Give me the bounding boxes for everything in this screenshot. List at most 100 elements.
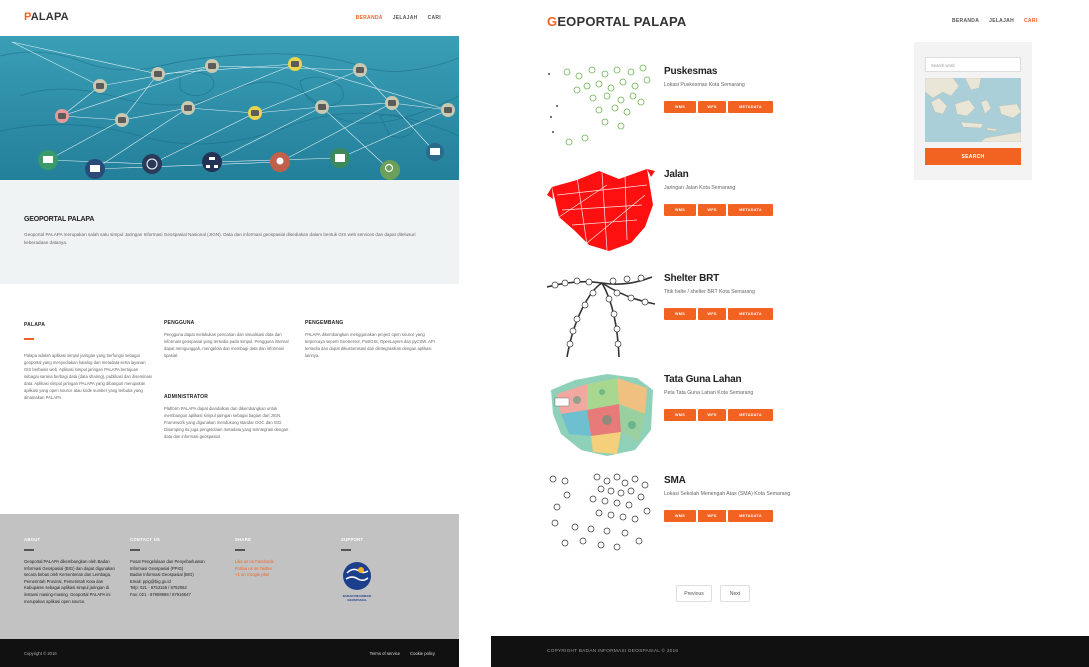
hero-network-image xyxy=(0,36,459,180)
wms-button[interactable]: WMS xyxy=(664,204,696,216)
contact-phone: Telp: 021 - 8753155 / 8752062 xyxy=(130,585,187,591)
search-button[interactable]: SEARCH xyxy=(925,148,1021,165)
mail-icon xyxy=(85,159,105,179)
pengembang-title: PENGEMBANG xyxy=(305,320,344,326)
item-title[interactable]: SMA xyxy=(664,475,686,486)
nav-jelajah[interactable]: JELAJAH xyxy=(989,18,1014,24)
result-item-sma: SMA Lokasi Sekolah Menengah Atas (SMA) K… xyxy=(547,471,847,561)
item-description: Jaringan Jalan Kota Semarang xyxy=(664,185,736,191)
administrator-title: ADMINISTRATOR xyxy=(164,394,209,400)
google-plus-link[interactable]: +1 on Google plus xyxy=(235,572,315,579)
network-map-illustration xyxy=(0,41,459,180)
wfs-button[interactable]: WFS xyxy=(698,510,726,522)
footer-about-title: ABOUT xyxy=(24,537,41,542)
logo[interactable]: GEOPORTAL PALAPA xyxy=(547,14,686,29)
wfs-button[interactable]: WFS xyxy=(698,409,726,421)
database-icon xyxy=(181,101,195,115)
item-title[interactable]: Shelter BRT xyxy=(664,273,719,284)
footer-share-title: SHARE xyxy=(235,537,252,542)
nav-cari[interactable]: CARI xyxy=(428,15,441,21)
footer-divider xyxy=(130,549,140,551)
item-buttons: WMS WFS METADATA xyxy=(664,308,773,320)
database-icon xyxy=(315,100,329,114)
database-icon xyxy=(353,63,367,77)
facebook-link[interactable]: Like us on Facebook xyxy=(235,559,315,566)
metadata-button[interactable]: METADATA xyxy=(728,101,773,113)
search-map[interactable] xyxy=(925,78,1021,142)
nav-cari[interactable]: CARI xyxy=(1024,18,1037,24)
footer: ABOUT Geoportal PALAPA dikembangkan oleh… xyxy=(0,514,459,639)
puskesmas-map-thumbnail[interactable] xyxy=(547,62,657,152)
metadata-button[interactable]: METADATA xyxy=(728,308,773,320)
terms-link[interactable]: Terms of service xyxy=(370,651,400,656)
search-input[interactable]: Search word xyxy=(925,57,1021,72)
contact-email[interactable]: Email: ppig@big.go.id xyxy=(130,579,230,586)
info-columns: PALAPA Palapa adalah aplikasi simpul jar… xyxy=(0,284,459,514)
bottom-links: Terms of service Cookie policy xyxy=(370,651,435,656)
contact-fax: Fax: 021 - 87908988 / 87916647 xyxy=(130,592,191,597)
database-icon xyxy=(55,109,69,123)
database-icon xyxy=(385,96,399,110)
database-icon xyxy=(93,79,107,93)
globe-icon xyxy=(142,154,162,174)
search-sidebar: Search word SEARCH xyxy=(914,42,1032,180)
database-icon xyxy=(288,57,302,71)
item-description: Lokasi Puskesmas Kota Semarang xyxy=(664,82,745,88)
result-item-jalan: Jalan Jaringan Jalan Kota Semarang WMS W… xyxy=(547,165,847,255)
result-item-shelter-brt: Shelter BRT Titik halte / shelter BRT Ko… xyxy=(547,269,847,359)
sma-map-thumbnail[interactable] xyxy=(547,471,657,561)
nav-jelajah[interactable]: JELAJAH xyxy=(393,15,418,21)
copyright-text: COPYRIGHT BADAN INFORMASI GEOSPASIAL © 2… xyxy=(547,649,679,654)
wfs-button[interactable]: WFS xyxy=(698,308,726,320)
tata-guna-lahan-map-thumbnail[interactable] xyxy=(547,370,657,460)
bottom-bar: COPYRIGHT BADAN INFORMASI GEOSPASIAL © 2… xyxy=(491,636,1089,667)
database-icon xyxy=(151,67,165,81)
palapa-home-page: PALAPA BERANDA JELAJAH CARI GEOPORTAL PA… xyxy=(0,0,459,667)
wms-button[interactable]: WMS xyxy=(664,308,696,320)
shelter-brt-map-thumbnail[interactable] xyxy=(547,269,657,359)
wms-button[interactable]: WMS xyxy=(664,510,696,522)
twitter-link[interactable]: Follow us on Twitter xyxy=(235,566,315,573)
database-icon xyxy=(205,59,219,73)
intro-text: Geoportal PALAPA merupakan salah satu si… xyxy=(24,232,416,245)
cookie-policy-link[interactable]: Cookie policy xyxy=(410,651,435,656)
sitemap-icon xyxy=(202,152,222,172)
main-nav: BERANDA JELAJAH CARI xyxy=(356,15,441,21)
contact-line: Pusat Pengelolaan dan Penyebarluasan xyxy=(130,559,205,564)
pengguna-title: PENGGUNA xyxy=(164,320,195,326)
item-buttons: WMS WFS METADATA xyxy=(664,101,773,113)
metadata-button[interactable]: METADATA xyxy=(728,510,773,522)
item-description: Titik halte / shelter BRT Kota Semarang xyxy=(664,289,756,295)
wfs-button[interactable]: WFS xyxy=(698,204,726,216)
main-nav: BERANDA JELAJAH CARI xyxy=(952,18,1037,24)
nav-beranda[interactable]: BERANDA xyxy=(356,15,383,21)
item-title[interactable]: Jalan xyxy=(664,169,689,180)
metadata-button[interactable]: METADATA xyxy=(728,204,773,216)
footer-contact-title: CONTACT US xyxy=(130,537,161,542)
previous-button[interactable]: Previous xyxy=(676,585,712,602)
big-logo-icon[interactable] xyxy=(342,561,372,591)
pengguna-text: Pengguna dapat melakukan pencarian dan v… xyxy=(164,332,289,358)
nav-beranda[interactable]: BERANDA xyxy=(952,18,979,24)
logo[interactable]: PALAPA xyxy=(24,11,69,23)
wms-button[interactable]: WMS xyxy=(664,409,696,421)
result-item-puskesmas: Puskesmas Lokasi Puskesmas Kota Semarang… xyxy=(547,62,847,152)
metadata-button[interactable]: METADATA xyxy=(728,409,773,421)
wms-button[interactable]: WMS xyxy=(664,101,696,113)
search-icon xyxy=(380,160,400,180)
database-icon xyxy=(441,103,455,117)
monitor-icon xyxy=(426,143,444,161)
jalan-map-thumbnail[interactable] xyxy=(547,165,657,255)
intro-title: GEOPORTAL PALAPA xyxy=(24,216,95,223)
palapa-text: Palapa adalah aplikasi simpul jaringan y… xyxy=(24,353,152,400)
item-title[interactable]: Tata Guna Lahan xyxy=(664,374,742,385)
wfs-button[interactable]: WFS xyxy=(698,101,726,113)
item-title[interactable]: Puskesmas xyxy=(664,66,717,77)
database-icon xyxy=(248,106,262,120)
next-button[interactable]: Next xyxy=(720,585,750,602)
administrator-text: Platform PALAPA dapat diandalkan dan dik… xyxy=(164,406,289,439)
result-item-tata-guna-lahan: Tata Guna Lahan Peta Tata Guna Lahan Kot… xyxy=(547,370,847,460)
item-buttons: WMS WFS METADATA xyxy=(664,409,773,421)
contact-line: Badan Informasi Geospasial (BIG) xyxy=(130,572,194,578)
contact-line: Informasi Geospasial (PPIG) xyxy=(130,565,184,571)
